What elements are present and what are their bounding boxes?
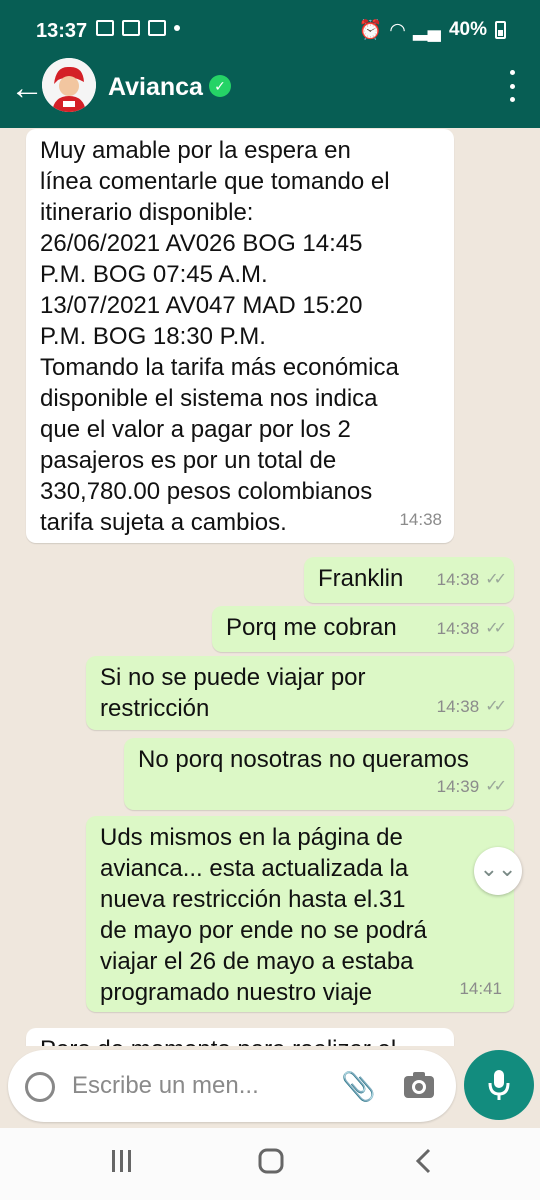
wifi-icon: ◠	[390, 19, 405, 41]
back-nav-icon[interactable]	[414, 1148, 432, 1174]
message-time: 14:38	[399, 510, 442, 529]
message-meta: 14:41	[459, 973, 502, 1004]
system-navigation-bar	[0, 1128, 540, 1200]
message-time: 14:41	[459, 979, 502, 998]
chat-header: ← Avianca ✓	[0, 44, 540, 128]
message-time: 14:38	[436, 619, 480, 638]
signal-icon: ▂▄	[412, 19, 441, 41]
battery-level: 40%	[448, 19, 487, 40]
message-meta: 14:38 ✓✓	[436, 564, 507, 595]
message-composer[interactable]: Escribe un men... 📎	[8, 1050, 456, 1122]
message-outgoing[interactable]: Si no se puede viajar por restricción 14…	[86, 656, 514, 730]
avatar-image-icon	[42, 58, 96, 112]
message-icon	[122, 20, 140, 36]
message-incoming[interactable]: Muy amable por la espera en línea coment…	[26, 129, 454, 543]
message-text: Uds mismos en la página de avianca... es…	[100, 824, 427, 1006]
home-icon[interactable]	[258, 1148, 284, 1174]
message-outgoing[interactable]: Porq me cobran 14:38 ✓✓	[212, 606, 514, 652]
app-icon	[148, 20, 166, 36]
more-options-icon[interactable]	[508, 70, 516, 102]
message-text: Muy amable por la espera en línea coment…	[40, 137, 399, 536]
message-list[interactable]: Muy amable por la espera en línea coment…	[0, 128, 540, 1046]
more-notifications-icon	[174, 25, 180, 31]
double-check-icon: ✓✓	[485, 778, 507, 795]
double-check-icon: ✓✓	[485, 571, 507, 588]
alarm-icon: ⏰	[358, 20, 383, 41]
message-time: 14:39	[436, 777, 480, 796]
message-outgoing[interactable]: Franklin 14:38 ✓✓	[304, 557, 514, 603]
battery-icon	[495, 21, 506, 39]
message-meta: 14:38 ✓✓	[436, 691, 507, 722]
message-time: 14:38	[436, 570, 480, 589]
attach-icon[interactable]: 📎	[341, 1070, 376, 1102]
verified-badge-icon: ✓	[209, 75, 231, 97]
message-text: Pero de momento para realizar el	[40, 1034, 442, 1046]
message-meta: 14:39 ✓✓	[436, 771, 507, 802]
message-incoming[interactable]: Pero de momento para realizar el	[26, 1028, 454, 1046]
message-meta: 14:38 ✓✓	[436, 613, 507, 644]
voice-message-button[interactable]	[464, 1050, 534, 1120]
microphone-icon	[488, 1070, 510, 1100]
notification-icons	[96, 20, 180, 36]
recent-apps-icon[interactable]	[110, 1148, 134, 1174]
camera-icon[interactable]	[403, 1071, 435, 1099]
message-time: 14:38	[436, 697, 480, 716]
message-outgoing[interactable]: No porq nosotras no queramos 14:39 ✓✓	[124, 738, 514, 810]
gallery-icon	[96, 20, 114, 36]
message-meta: 14:38	[399, 504, 442, 535]
message-input[interactable]: Escribe un men...	[72, 1072, 259, 1100]
double-check-icon: ✓✓	[485, 620, 507, 637]
system-icons: ⏰ ◠ ▂▄ 40%	[359, 18, 506, 42]
status-time: 13:37	[36, 20, 88, 42]
emoji-icon[interactable]	[25, 1072, 55, 1102]
contact-name[interactable]: Avianca	[108, 73, 203, 102]
message-outgoing[interactable]: Uds mismos en la página de avianca... es…	[86, 816, 514, 1012]
double-check-icon: ✓✓	[485, 698, 507, 715]
back-arrow-icon[interactable]: ←	[10, 71, 44, 105]
avatar[interactable]	[42, 58, 96, 112]
scroll-to-bottom-button[interactable]: ⌄⌄	[474, 847, 522, 895]
